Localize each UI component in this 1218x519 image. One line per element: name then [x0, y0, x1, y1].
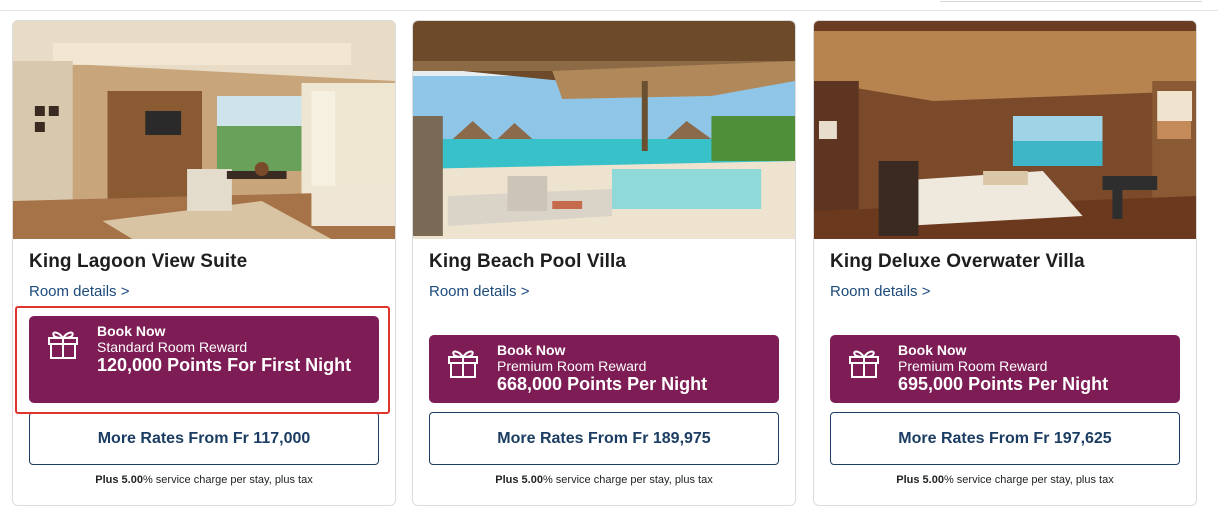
fee-prefix: Plus [495, 474, 519, 486]
reward-tier: Premium Room Reward [497, 358, 647, 374]
book-now-reward-button[interactable]: Book Now Premium Room Reward 695,000 Poi… [830, 335, 1180, 403]
room-details-link[interactable]: Room details > [429, 283, 529, 300]
room-card-king-deluxe-overwater-villa: King Deluxe Overwater Villa Room details… [813, 20, 1197, 506]
room-photo-beach-pool-villa[interactable] [413, 21, 795, 239]
book-now-reward-button[interactable]: Book Now Standard Room Reward 120,000 Po… [29, 316, 379, 403]
fee-prefix: Plus [95, 474, 119, 486]
book-now-label: Book Now [898, 342, 967, 358]
room-details-link[interactable]: Room details > [830, 283, 930, 300]
reward-tier: Standard Room Reward [97, 339, 248, 355]
reward-points: 668,000 Points Per Night [497, 374, 708, 394]
gift-icon [448, 350, 478, 378]
room-details-link[interactable]: Room details > [29, 283, 129, 300]
service-charge-note: Plus 5.00% service charge per stay, plus… [814, 474, 1196, 486]
reward-tier: Premium Room Reward [898, 358, 1048, 374]
more-rates-button[interactable]: More Rates From Fr 197,625 [830, 412, 1180, 465]
book-now-reward-button[interactable]: Book Now Premium Room Reward 668,000 Poi… [429, 335, 779, 403]
room-photo-deluxe-overwater-villa[interactable] [814, 21, 1196, 239]
reward-points: 120,000 Points For First Night [97, 355, 352, 375]
fee-suffix: % service charge per stay, plus tax [542, 474, 713, 486]
room-name: King Lagoon View Suite [29, 251, 248, 272]
fee-prefix: Plus [896, 474, 920, 486]
room-name: King Beach Pool Villa [429, 251, 627, 272]
book-now-label: Book Now [97, 323, 166, 339]
service-charge-note: Plus 5.00% service charge per stay, plus… [13, 474, 395, 486]
fee-percent: 5.00 [521, 474, 543, 486]
room-name: King Deluxe Overwater Villa [830, 251, 1085, 272]
room-card-king-beach-pool-villa: King Beach Pool Villa Room details > Boo… [412, 20, 796, 506]
top-right-control-edge [940, 0, 1202, 2]
reward-points: 695,000 Points Per Night [898, 374, 1109, 394]
room-photo-lagoon-view-suite[interactable] [13, 21, 395, 239]
more-rates-button[interactable]: More Rates From Fr 117,000 [29, 412, 379, 465]
book-now-label: Book Now [497, 342, 566, 358]
gift-icon [849, 350, 879, 378]
fee-suffix: % service charge per stay, plus tax [943, 474, 1114, 486]
more-rates-button[interactable]: More Rates From Fr 189,975 [429, 412, 779, 465]
room-card-king-lagoon-view-suite: King Lagoon View Suite Room details > Bo… [12, 20, 396, 506]
fee-percent: 5.00 [121, 474, 143, 486]
fee-percent: 5.00 [922, 474, 944, 486]
service-charge-note: Plus 5.00% service charge per stay, plus… [413, 474, 795, 486]
fee-suffix: % service charge per stay, plus tax [142, 474, 313, 486]
gift-icon [48, 331, 78, 359]
top-divider [0, 10, 1218, 11]
